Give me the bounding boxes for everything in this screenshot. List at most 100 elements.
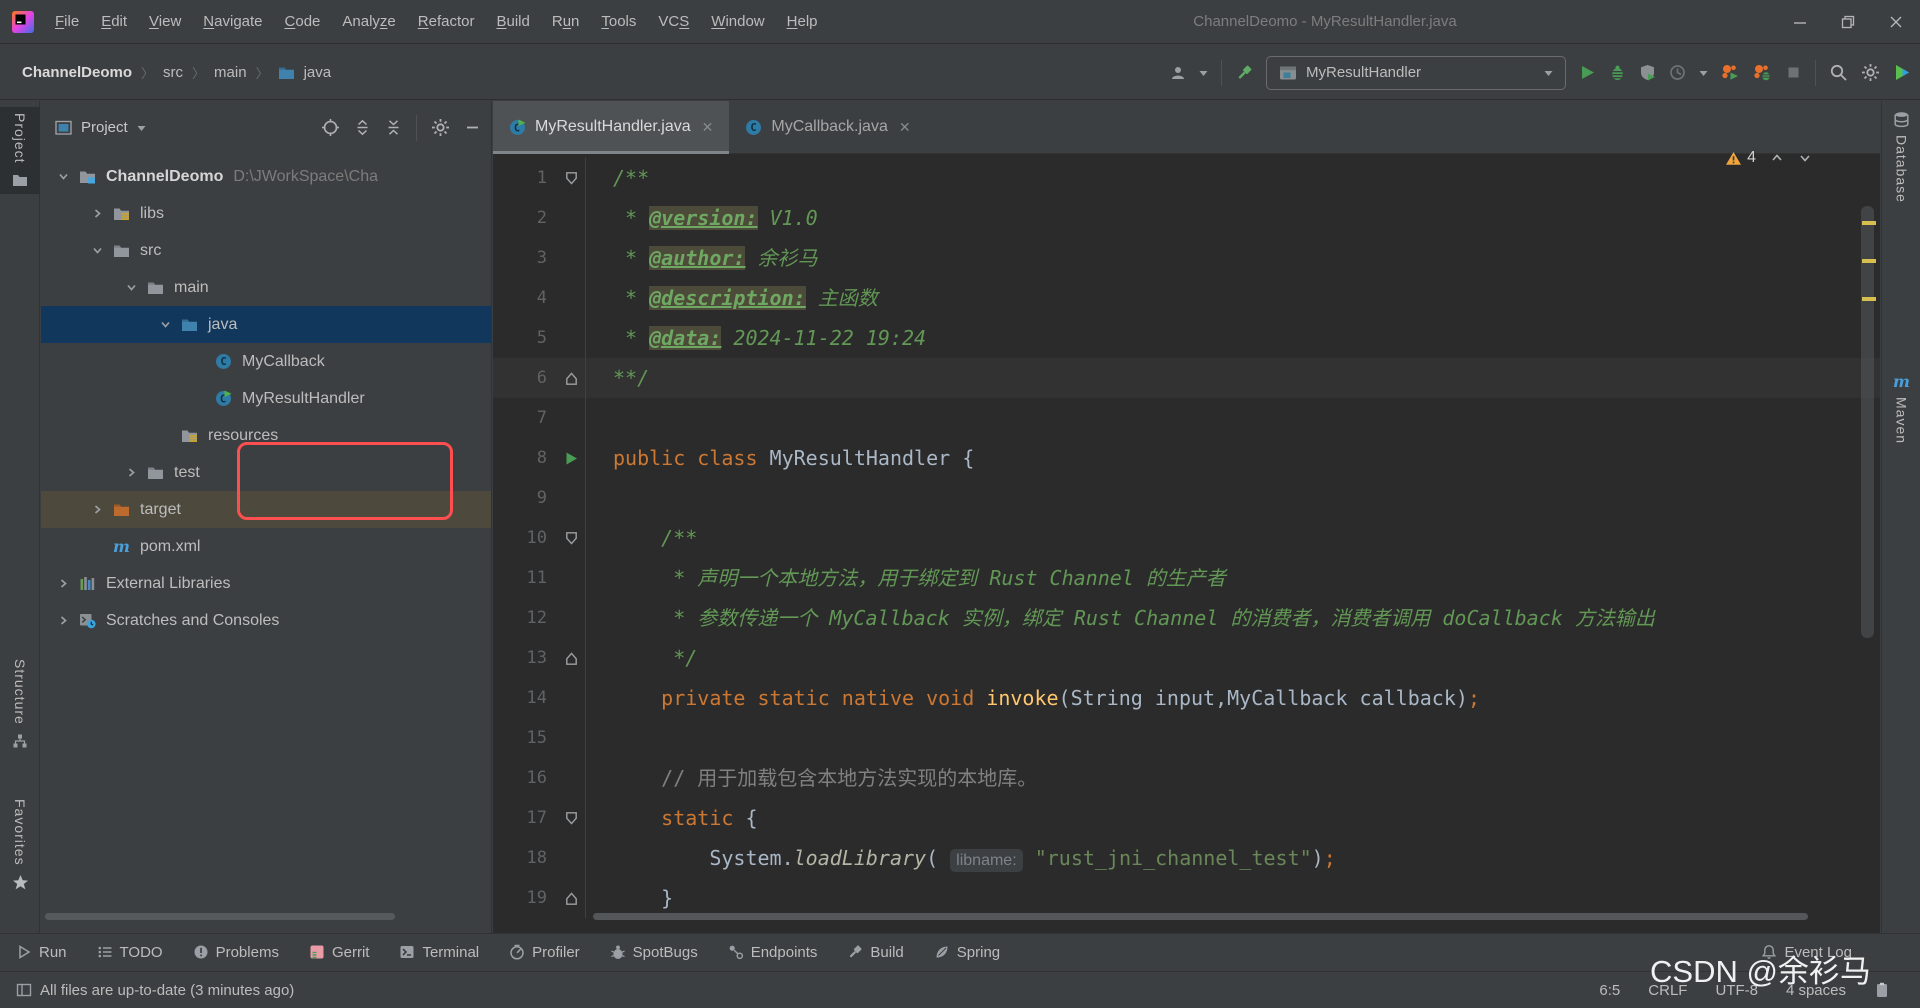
menu-file[interactable]: File	[44, 9, 90, 34]
tree-item-java[interactable]: java	[41, 306, 491, 343]
code-line-18[interactable]: 18 System.loadLibrary( libname: "rust_jn…	[493, 838, 1880, 878]
settings-gear-icon[interactable]	[1861, 63, 1880, 82]
tree-item-channeldeomo[interactable]: ChannelDeomo D:\JWorkSpace\Cha	[41, 158, 491, 195]
chevron-down-icon[interactable]	[51, 170, 75, 183]
code-line-4[interactable]: 4 * @description: 主函数	[493, 278, 1880, 318]
menu-help[interactable]: Help	[776, 9, 829, 34]
menu-build[interactable]: Build	[485, 9, 540, 34]
breadcrumb-src[interactable]: src	[163, 64, 183, 81]
plugin-icon[interactable]	[1893, 63, 1912, 82]
run-icon[interactable]	[1579, 64, 1596, 81]
caret-down-icon[interactable]	[1199, 69, 1208, 77]
tree-item-resources[interactable]: resources	[41, 417, 491, 454]
chevron-right-icon[interactable]	[51, 614, 75, 627]
code-line-15[interactable]: 15	[493, 718, 1880, 758]
collapse-all-icon[interactable]	[385, 119, 402, 136]
fold-up-icon[interactable]	[557, 358, 585, 398]
tool-window-button-profiler[interactable]: Profiler	[509, 944, 580, 961]
fold-up-icon[interactable]	[557, 638, 585, 678]
chevron-right-icon[interactable]	[85, 503, 109, 516]
lock-icon[interactable]	[1874, 982, 1890, 998]
chevron-down-icon[interactable]	[153, 318, 177, 331]
close-button[interactable]	[1872, 0, 1920, 43]
project-panel-hscrollbar[interactable]	[45, 913, 395, 920]
prev-warning-icon[interactable]	[1770, 151, 1784, 165]
code-line-19[interactable]: 19 }	[493, 878, 1880, 918]
code-line-1[interactable]: 1 /**	[493, 158, 1880, 198]
menu-view[interactable]: View	[138, 9, 192, 34]
menu-vcs[interactable]: VCS	[647, 9, 700, 34]
chevron-down-icon[interactable]	[119, 281, 143, 294]
run-gutter-icon[interactable]	[557, 438, 585, 478]
tool-window-button-endpoints[interactable]: Endpoints	[728, 944, 817, 961]
code-line-6[interactable]: 6 **/	[493, 358, 1880, 398]
menu-navigate[interactable]: Navigate	[192, 9, 273, 34]
code-line-3[interactable]: 3 * @author: 余衫马	[493, 238, 1880, 278]
code-line-8[interactable]: 8 public class MyResultHandler {	[493, 438, 1880, 478]
tool-window-button-gerrit[interactable]: Gerrit	[309, 944, 369, 961]
tool-stripe-structure[interactable]: Structure	[0, 653, 40, 755]
tree-item-libs[interactable]: libs	[41, 195, 491, 232]
code-line-9[interactable]: 9	[493, 478, 1880, 518]
breadcrumb-channeldeomo[interactable]: ChannelDeomo	[22, 64, 132, 81]
tree-item-external-libraries[interactable]: External Libraries	[41, 565, 491, 602]
tree-item-target[interactable]: target	[41, 491, 491, 528]
editor-tab-myresulthandler-java[interactable]: C MyResultHandler.java ✕	[493, 101, 730, 154]
tool-window-button-problems[interactable]: Problems	[193, 944, 279, 961]
chevron-down-icon[interactable]	[85, 244, 109, 257]
tree-item-src[interactable]: src	[41, 232, 491, 269]
code-line-16[interactable]: 16 // 用于加载包含本地方法实现的本地库。	[493, 758, 1880, 798]
fold-down-icon[interactable]	[557, 158, 585, 198]
fold-down-icon[interactable]	[557, 798, 585, 838]
coverage-icon[interactable]	[1639, 64, 1656, 81]
tree-item-mycallback[interactable]: C MyCallback	[41, 343, 491, 380]
tab-close-icon[interactable]: ✕	[899, 119, 911, 136]
tool-window-button-terminal[interactable]: Terminal	[399, 944, 479, 961]
menu-window[interactable]: Window	[700, 9, 775, 34]
restore-button[interactable]	[1824, 0, 1872, 43]
locate-icon[interactable]	[321, 118, 340, 137]
profile-debug-icon[interactable]	[1753, 64, 1772, 81]
tree-item-main[interactable]: main	[41, 269, 491, 306]
search-icon[interactable]	[1829, 63, 1848, 82]
breadcrumb-main[interactable]: main	[214, 64, 247, 81]
tool-stripe-maven[interactable]: m Maven	[1882, 373, 1920, 444]
stop-icon[interactable]	[1785, 64, 1802, 81]
menu-code[interactable]: Code	[274, 9, 332, 34]
code-editor[interactable]: 1/** 2 * @version: V1.0 3 * @author: 余衫马 4 …	[493, 158, 1880, 918]
caret-down-icon[interactable]	[137, 124, 146, 132]
fold-up-icon[interactable]	[557, 878, 585, 918]
project-panel-title[interactable]: Project	[81, 119, 128, 136]
menu-analyze[interactable]: Analyze	[331, 9, 406, 34]
profiler-clock-icon[interactable]	[1669, 64, 1686, 81]
tool-stripe-favorites[interactable]: Favorites	[0, 793, 40, 897]
minimize-button[interactable]	[1776, 0, 1824, 43]
tool-window-button-run[interactable]: Run	[16, 944, 67, 961]
code-line-5[interactable]: 5 * @data: 2024-11-22 19:24	[493, 318, 1880, 358]
tool-stripe-database[interactable]: Database	[1882, 111, 1920, 203]
menu-tools[interactable]: Tools	[590, 9, 647, 34]
tree-item-scratches-and-consoles[interactable]: Scratches and Consoles	[41, 602, 491, 639]
code-line-7[interactable]: 7	[493, 398, 1880, 438]
code-line-14[interactable]: 14 private static native void invoke(Str…	[493, 678, 1880, 718]
warning-stripe-mark[interactable]	[1862, 259, 1876, 263]
settings-gear-icon[interactable]	[431, 118, 450, 137]
chevron-right-icon[interactable]	[85, 207, 109, 220]
editor-tab-mycallback-java[interactable]: C MyCallback.java ✕	[729, 101, 926, 153]
chevron-right-icon[interactable]	[51, 577, 75, 590]
editor-vscrollbar[interactable]	[1861, 206, 1874, 638]
menu-refactor[interactable]: Refactor	[407, 9, 486, 34]
build-hammer-icon[interactable]	[1235, 64, 1253, 82]
editor-hscrollbar[interactable]	[593, 913, 1808, 920]
profile-run-icon[interactable]	[1721, 64, 1740, 81]
code-line-17[interactable]: 17 static {	[493, 798, 1880, 838]
run-configuration-select[interactable]: MyResultHandler	[1266, 55, 1566, 90]
chevron-right-icon[interactable]	[119, 466, 143, 479]
code-line-13[interactable]: 13 */	[493, 638, 1880, 678]
user-icon[interactable]	[1170, 65, 1186, 81]
tool-window-button-todo[interactable]: TODO	[97, 944, 163, 961]
tool-window-button-build[interactable]: Build	[847, 944, 904, 961]
caret-down-icon[interactable]	[1699, 69, 1708, 77]
status-caret-position[interactable]: 6:5	[1599, 982, 1620, 999]
menu-edit[interactable]: Edit	[90, 9, 138, 34]
